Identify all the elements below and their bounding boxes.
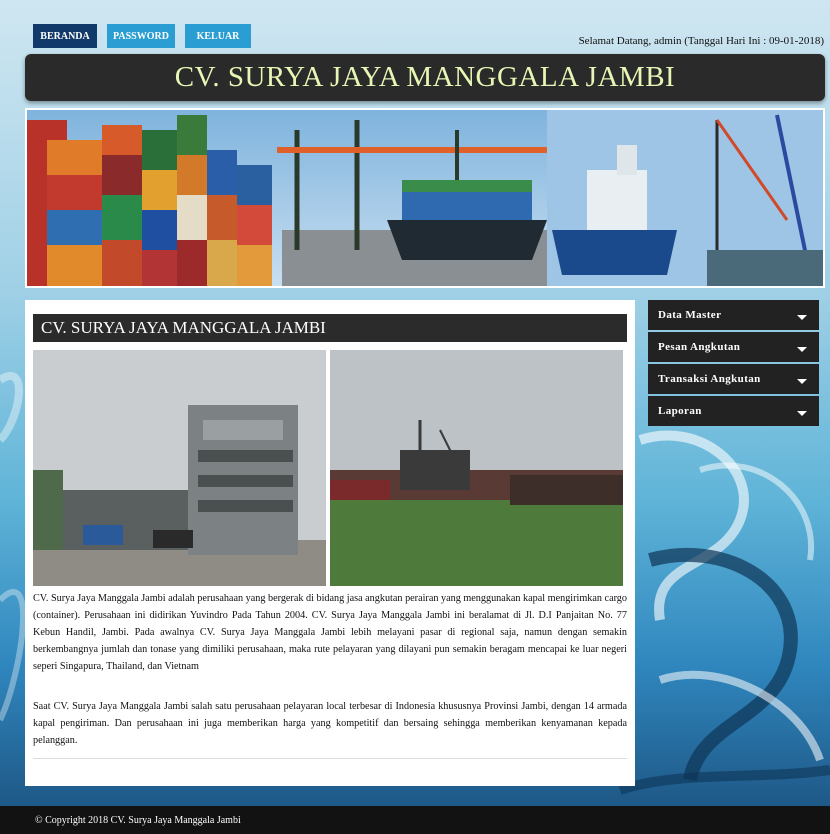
company-summary: Saat CV. Surya Jaya Manggala Jambi salah…: [33, 701, 627, 746]
caret-down-icon: [797, 378, 807, 384]
caret-down-icon: [797, 346, 807, 352]
footer: © Copyright 2018 CV. Surya Jaya Manggala…: [0, 806, 830, 834]
menu-item-laporan[interactable]: Laporan: [648, 396, 819, 426]
menu-item-label: Laporan: [658, 405, 702, 417]
divider: [33, 758, 627, 759]
port-photo: [330, 350, 623, 586]
site-header: CV. SURYA JAYA MANGGALA JAMBI: [25, 54, 825, 101]
menu-item-label: Transaksi Angkutan: [658, 373, 761, 385]
menu-item-data-master[interactable]: Data Master: [648, 300, 819, 330]
copyright-text: © Copyright 2018 CV. Surya Jaya Manggala…: [35, 814, 241, 826]
building-photo: [33, 350, 326, 586]
password-button[interactable]: PASSWORD: [107, 24, 175, 48]
company-description: CV. Surya Jaya Manggala Jambi adalah per…: [33, 593, 627, 672]
caret-down-icon: [797, 410, 807, 416]
menu-item-label: Pesan Angkutan: [658, 341, 741, 353]
menu-item-label: Data Master: [658, 309, 722, 321]
menu-item-pesan-angkutan[interactable]: Pesan Angkutan: [648, 332, 819, 362]
content-title: CV. SURYA JAYA MANGGALA JAMBI: [33, 314, 627, 342]
menu-item-transaksi-angkutan[interactable]: Transaksi Angkutan: [648, 364, 819, 394]
sidebar-menu: Data Master Pesan Angkutan Transaksi Ang…: [648, 300, 819, 428]
caret-down-icon: [797, 314, 807, 320]
beranda-button[interactable]: BERANDA: [33, 24, 97, 48]
top-navigation: BERANDA PASSWORD KELUAR: [33, 24, 251, 48]
site-title: CV. SURYA JAYA MANGGALA JAMBI: [174, 61, 676, 93]
welcome-text: Selamat Datang, admin (Tanggal Hari Ini …: [578, 35, 824, 47]
keluar-button[interactable]: KELUAR: [185, 24, 251, 48]
main-content: CV. SURYA JAYA MANGGALA JAMBI CV. Surya …: [25, 300, 635, 786]
header-banner-image: [25, 108, 825, 288]
